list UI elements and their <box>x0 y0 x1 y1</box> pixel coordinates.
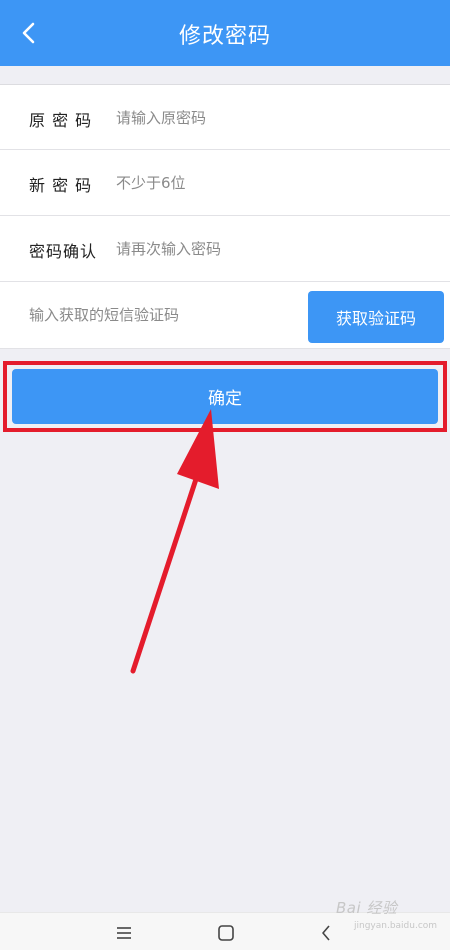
new-password-input[interactable] <box>116 162 416 204</box>
old-password-label: 原 密 码 <box>29 111 93 130</box>
confirm-button-highlight: 确定 <box>3 361 447 432</box>
old-password-input[interactable] <box>116 97 416 139</box>
new-password-label: 新 密 码 <box>29 176 93 195</box>
new-password-row: 新 密 码 <box>0 150 450 216</box>
old-password-row: 原 密 码 <box>0 84 450 150</box>
sms-code-row: 获取验证码 <box>0 282 450 349</box>
back-triangle-icon[interactable] <box>314 921 338 945</box>
watermark-url: jingyan.baidu.com <box>354 921 438 931</box>
app-header: 修改密码 <box>0 0 450 66</box>
confirm-password-row: 密码确认 <box>0 216 450 282</box>
get-sms-code-button[interactable]: 获取验证码 <box>308 291 444 343</box>
confirm-password-label: 密码确认 <box>29 242 98 261</box>
page-title: 修改密码 <box>178 24 271 49</box>
confirm-password-input[interactable] <box>116 228 416 270</box>
confirm-button[interactable]: 确定 <box>12 369 438 424</box>
password-form: 原 密 码 新 密 码 密码确认 获取验证码 <box>0 84 450 349</box>
sms-code-input[interactable] <box>29 294 299 336</box>
watermark: Bai 经验 <box>336 899 398 917</box>
home-square-icon[interactable] <box>214 921 238 945</box>
menu-icon[interactable] <box>112 921 136 945</box>
